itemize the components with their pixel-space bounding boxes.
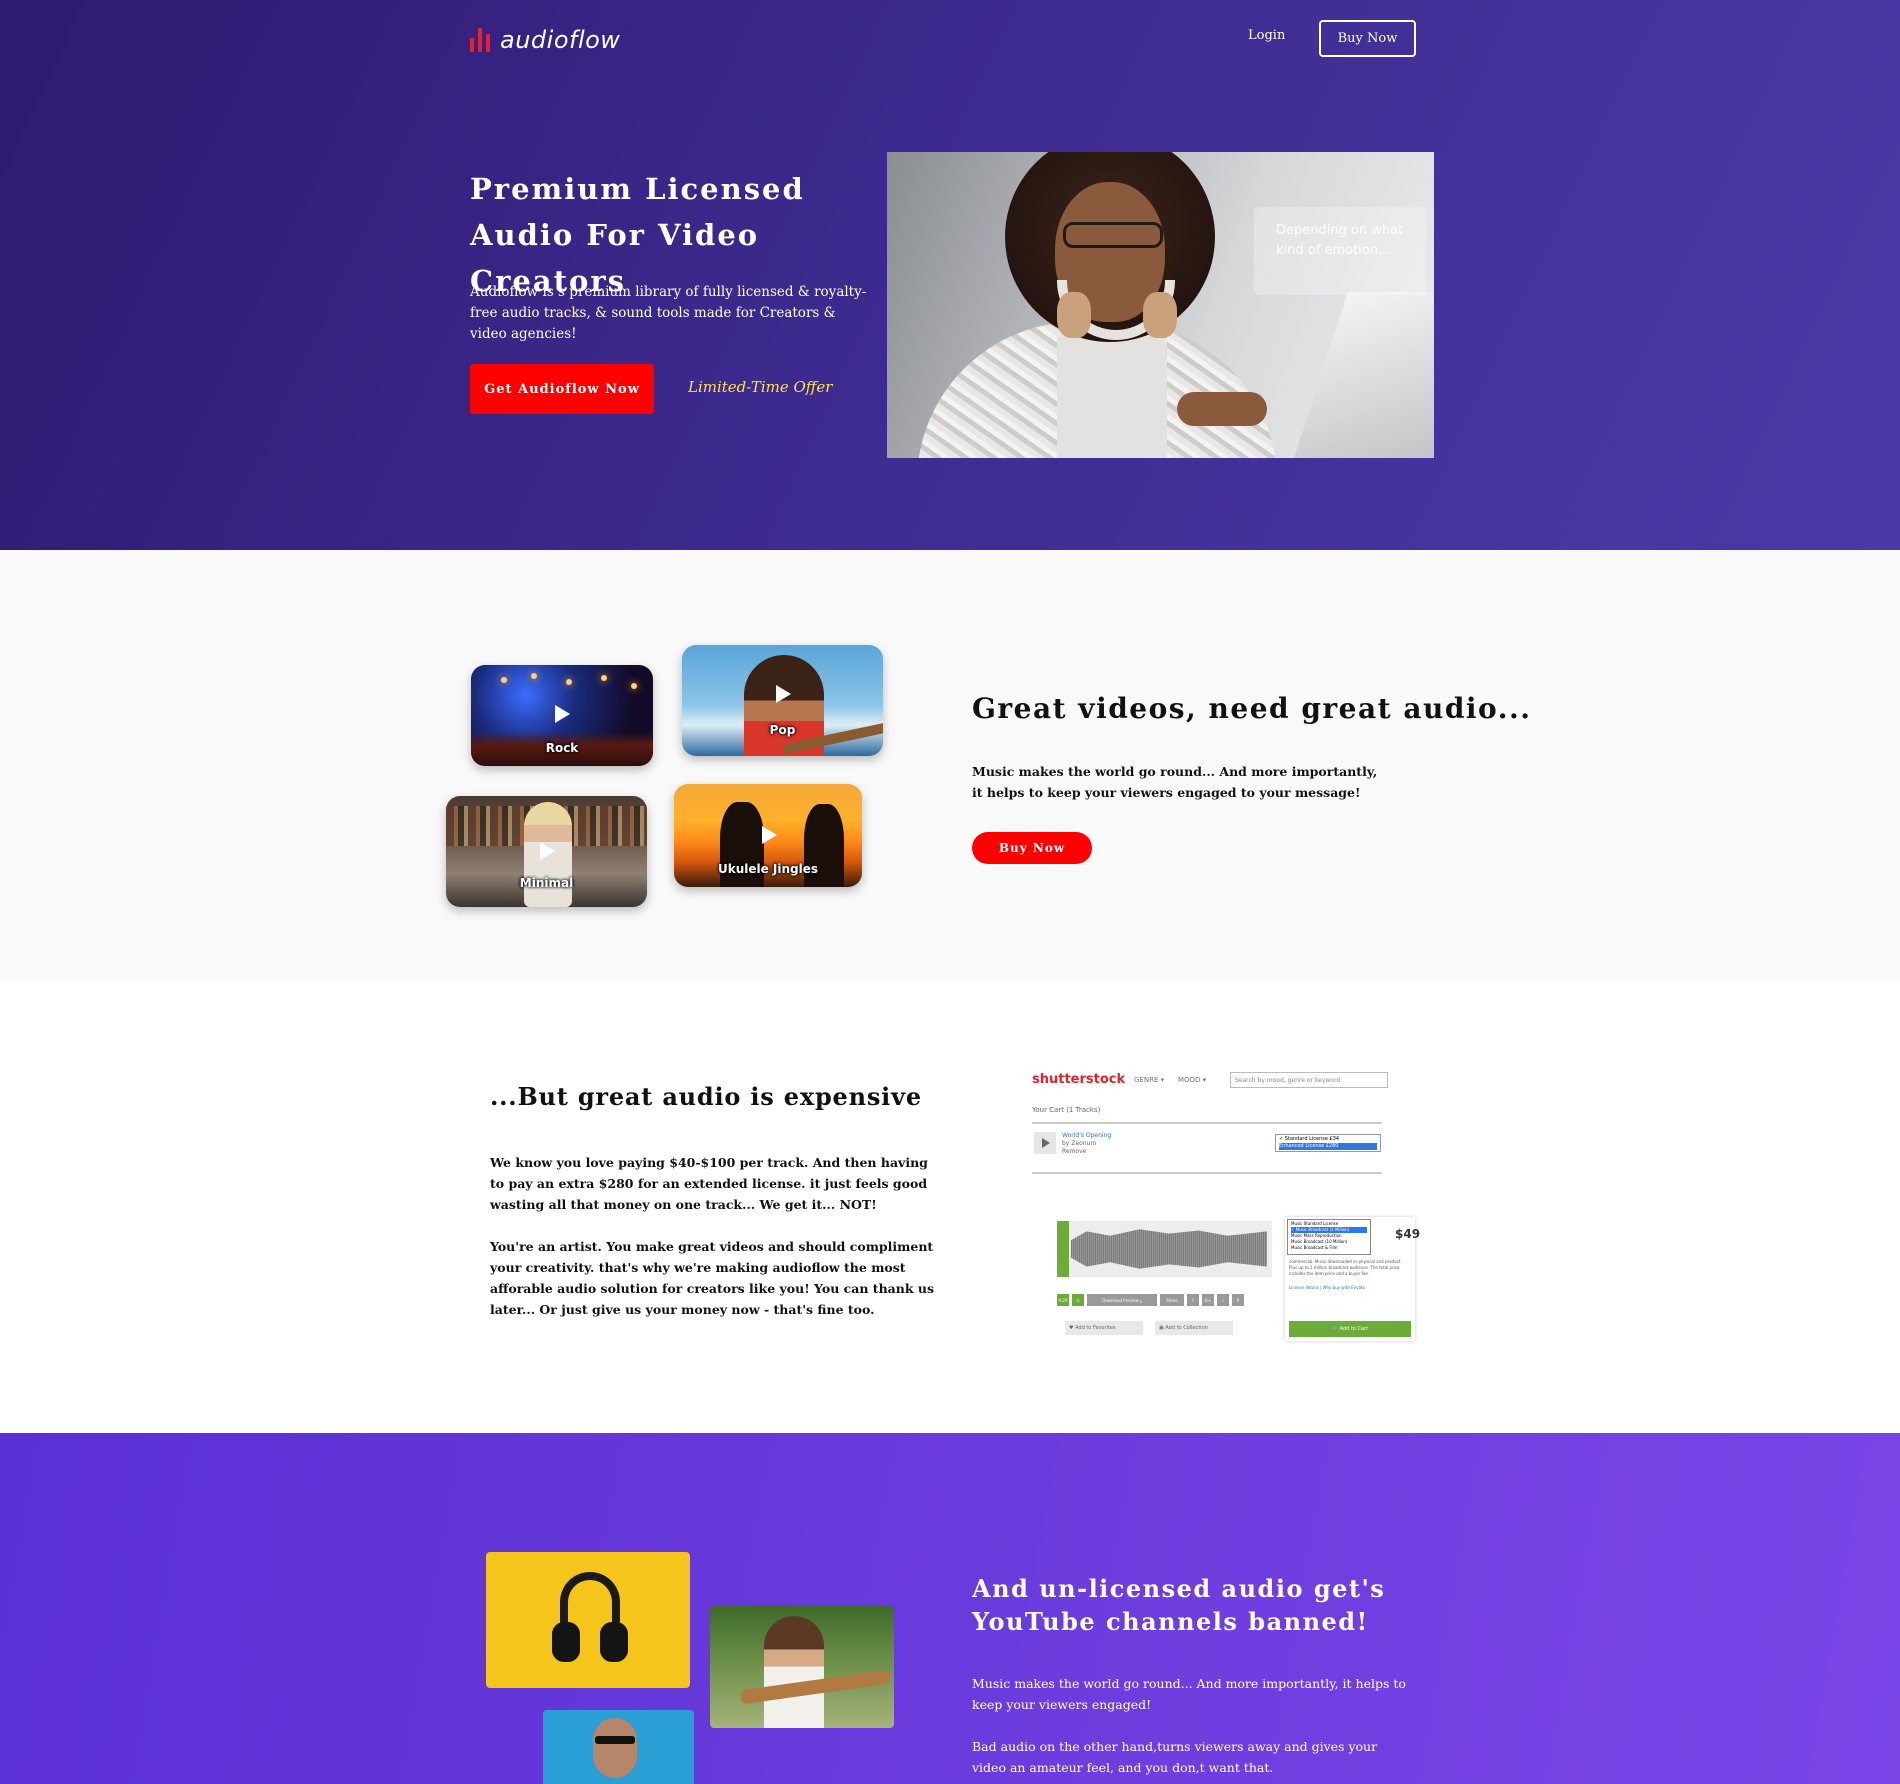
section4-para1: Music makes the world go round... And mo… xyxy=(972,1676,1406,1712)
add-collection: ▣ Add to Collection xyxy=(1155,1321,1233,1335)
expensive-audio-section xyxy=(0,981,1900,1433)
license-option: Enhanced License £280 xyxy=(1279,1143,1377,1150)
section4-text: Music makes the world go round... And mo… xyxy=(972,1673,1412,1778)
logo-bars-icon xyxy=(470,28,490,52)
section2-title: Great videos, need great audio... xyxy=(972,692,1532,725)
genre-card-ukulele[interactable]: Ukulele Jingles xyxy=(674,784,862,887)
logo[interactable]: audioflow xyxy=(470,26,620,54)
genre-menu: GENRE ▾ xyxy=(1134,1076,1165,1084)
section3-para1: We know you love paying $40-$100 per tra… xyxy=(490,1155,928,1212)
google-plus-icon: G+ xyxy=(1202,1294,1214,1306)
great-audio-section xyxy=(0,550,1900,981)
license-link: License details | Why buy with Envato xyxy=(1289,1285,1366,1290)
genre-card-rock[interactable]: Rock xyxy=(471,665,653,766)
genre-label: Minimal xyxy=(519,876,574,890)
buy-now-button[interactable]: Buy Now xyxy=(1319,20,1416,57)
search-field: Search by mood, genre or keyword xyxy=(1230,1072,1388,1088)
license-select: ✓ Standard License £34 Enhanced License … xyxy=(1275,1134,1381,1152)
genre-card-minimal[interactable]: Minimal xyxy=(446,796,647,907)
play-icon xyxy=(540,842,555,860)
headphones-photo xyxy=(486,1552,690,1688)
saxophone-photo xyxy=(543,1710,694,1784)
license-option: ✓ Standard License £34 xyxy=(1279,1136,1340,1142)
section3-title: ...But great audio is expensive xyxy=(490,1082,922,1111)
section4-title: And un-licensed audio get's YouTube chan… xyxy=(972,1574,1386,1636)
pinterest-icon: P xyxy=(1232,1294,1244,1306)
hero-section: audioflow Login Buy Now Premium Licensed… xyxy=(0,0,1900,550)
guitar-girl-photo xyxy=(710,1606,894,1728)
unlicensed-audio-section xyxy=(0,1433,1900,1784)
twitter-icon: ✓ xyxy=(1217,1294,1229,1306)
shutterstock-logo: shutterstock xyxy=(1032,1072,1126,1087)
refresh-icon: ↻ xyxy=(1072,1294,1084,1306)
cart-label: Your Cart (1 Tracks) xyxy=(1032,1106,1101,1114)
license-option: Music Broadcast & Film xyxy=(1291,1245,1338,1250)
section4-para2: Bad audio on the other hand,turns viewer… xyxy=(972,1739,1378,1775)
license-text: commercial. Music downloaded or physical… xyxy=(1289,1259,1402,1276)
license-description: commercial. Music downloaded or physical… xyxy=(1289,1259,1411,1291)
play-icon xyxy=(1034,1132,1056,1154)
section3-para2: You're an artist. You make great videos … xyxy=(490,1239,934,1317)
shutterstock-cart-screenshot: shutterstock GENRE ▾ MOOD ▾ Search by mo… xyxy=(1030,1068,1390,1178)
track-name: World's Opening xyxy=(1062,1132,1112,1139)
track-artist: by Zeonum xyxy=(1062,1140,1097,1147)
license-panel: $49 Music Standard License ✓ Music Broad… xyxy=(1285,1217,1420,1341)
player-toolbar: 0:26 ↻ Download Preview ⤓ Share f G+ ✓ P xyxy=(1057,1294,1262,1306)
play-icon xyxy=(762,826,777,844)
get-audioflow-button[interactable]: Get Audioflow Now xyxy=(470,364,654,414)
limited-offer-text: Limited-Time Offer xyxy=(688,378,833,396)
section3-text: We know you love paying $40-$100 per tra… xyxy=(490,1152,940,1320)
envato-license-screenshot: 0:26 ↻ Download Preview ⤓ Share f G+ ✓ P… xyxy=(1055,1217,1420,1341)
facebook-icon: f xyxy=(1187,1294,1199,1306)
time-readout: 0:26 xyxy=(1057,1294,1069,1306)
price: $49 xyxy=(1395,1227,1421,1241)
hero-overlay-caption: Depending on what kind of emotion... xyxy=(1254,207,1426,295)
cart-track: World's Opening by Zeonum Remove xyxy=(1062,1132,1111,1156)
add-favorites: ♥ Add to Favorites xyxy=(1065,1321,1143,1335)
login-link[interactable]: Login xyxy=(1248,28,1285,43)
genre-card-pop[interactable]: Pop xyxy=(682,645,883,756)
waveform xyxy=(1057,1221,1272,1277)
genre-label: Rock xyxy=(545,741,579,755)
license-dropdown: Music Standard License ✓ Music Broadcast… xyxy=(1287,1219,1371,1255)
share-label: Share xyxy=(1160,1294,1184,1306)
play-icon xyxy=(555,705,570,723)
hero-video-thumbnail[interactable]: Depending on what kind of emotion... xyxy=(887,152,1434,458)
play-icon xyxy=(776,685,791,703)
mood-menu: MOOD ▾ xyxy=(1178,1076,1207,1084)
add-to-cart: 🛒 Add to Cart xyxy=(1289,1321,1411,1337)
hero-subtitle: Audioflow is s premium library of fully … xyxy=(470,284,867,342)
remove-link: Remove xyxy=(1062,1148,1087,1155)
section2-text: Music makes the world go round... And mo… xyxy=(972,764,1378,800)
section2-buy-button[interactable]: Buy Now xyxy=(972,832,1092,864)
genre-label: Pop xyxy=(769,723,796,737)
logo-text: audioflow xyxy=(500,26,621,54)
genre-label: Ukulele Jingles xyxy=(717,862,819,876)
download-preview: Download Preview ⤓ xyxy=(1087,1294,1157,1306)
